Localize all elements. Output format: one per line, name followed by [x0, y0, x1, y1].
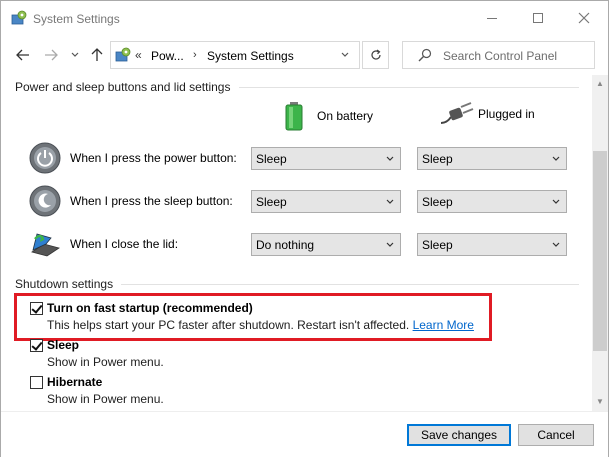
hibernate-option-label[interactable]: Hibernate: [47, 375, 102, 389]
column-label-plugged: Plugged in: [478, 107, 535, 121]
sleep-button-label: When I press the sleep button:: [70, 194, 233, 208]
chevron-down-icon: [552, 199, 560, 204]
chevron-down-icon: [386, 156, 394, 161]
search-icon: [418, 48, 432, 62]
select-value: Sleep: [256, 195, 287, 209]
search-input[interactable]: Search Control Panel: [402, 41, 595, 69]
power-button-plugged-select[interactable]: Sleep: [417, 147, 567, 170]
power-button-icon: [29, 142, 61, 174]
forward-button[interactable]: [41, 45, 61, 65]
sleep-button-plugged-select[interactable]: Sleep: [417, 190, 567, 213]
scrollbar-thumb[interactable]: [593, 151, 607, 351]
close-button[interactable]: [561, 1, 607, 35]
address-dropdown-button[interactable]: [341, 50, 349, 60]
column-header-battery: On battery: [284, 101, 373, 131]
maximize-button[interactable]: [515, 1, 561, 35]
chevron-down-icon: [341, 52, 349, 57]
chevron-down-icon: [386, 199, 394, 204]
up-button[interactable]: [87, 45, 107, 65]
system-settings-window: System Settings « Pow... › System Settin…: [0, 0, 609, 457]
power-button-label: When I press the power button:: [70, 151, 237, 165]
navigation-bar: « Pow... › System Settings Search Contro…: [1, 35, 608, 75]
cancel-button[interactable]: Cancel: [518, 424, 594, 446]
chevron-down-icon: [386, 242, 394, 247]
settings-content: Power and sleep buttons and lid settings…: [1, 75, 592, 411]
power-section-heading: Power and sleep buttons and lid settings: [15, 80, 231, 94]
up-arrow-icon: [91, 48, 103, 61]
close-icon: [578, 12, 590, 24]
sleep-button-icon: [29, 185, 61, 217]
lid-close-battery-select[interactable]: Do nothing: [251, 233, 401, 256]
address-bar[interactable]: « Pow... › System Settings: [110, 41, 360, 69]
column-header-plugged: Plugged in: [439, 101, 535, 127]
hibernate-checkbox[interactable]: [30, 376, 43, 389]
select-value: Sleep: [422, 238, 453, 252]
breadcrumb-item-system-settings[interactable]: System Settings: [207, 49, 294, 63]
lid-close-label: When I close the lid:: [70, 237, 179, 251]
lid-close-plugged-select[interactable]: Sleep: [417, 233, 567, 256]
sleep-option-label[interactable]: Sleep: [47, 338, 79, 352]
refresh-button[interactable]: [362, 41, 389, 69]
control-panel-icon: [115, 47, 131, 62]
select-value: Sleep: [256, 152, 287, 166]
select-value: Sleep: [422, 152, 453, 166]
breadcrumb-separator-icon: ›: [193, 49, 197, 61]
sleep-option-description: Show in Power menu.: [47, 355, 164, 369]
power-button-battery-select[interactable]: Sleep: [251, 147, 401, 170]
section-divider: [121, 284, 579, 285]
sleep-checkbox[interactable]: [30, 339, 43, 352]
title-bar: System Settings: [1, 1, 608, 35]
fast-startup-description-text: This helps start your PC faster after sh…: [47, 318, 410, 332]
fast-startup-description: This helps start your PC faster after sh…: [47, 318, 474, 332]
search-placeholder: Search Control Panel: [443, 49, 558, 63]
minimize-button[interactable]: [469, 1, 515, 35]
minimize-icon: [487, 17, 497, 19]
section-divider: [239, 87, 579, 88]
breadcrumb-item-power[interactable]: Pow...: [151, 49, 184, 63]
save-changes-button[interactable]: Save changes: [407, 424, 511, 446]
recent-locations-button[interactable]: [65, 45, 85, 65]
maximize-icon: [533, 13, 543, 23]
scroll-down-icon[interactable]: ▼: [596, 397, 604, 406]
forward-arrow-icon: [45, 49, 58, 61]
laptop-lid-icon: [31, 233, 60, 257]
battery-icon: [285, 102, 303, 131]
fast-startup-label[interactable]: Turn on fast startup (recommended): [47, 301, 253, 315]
window-title: System Settings: [33, 12, 120, 26]
shutdown-section-heading: Shutdown settings: [15, 277, 114, 291]
select-value: Sleep: [422, 195, 453, 209]
select-value: Do nothing: [256, 238, 315, 252]
scroll-up-icon[interactable]: ▲: [596, 79, 604, 88]
chevron-down-icon: [552, 156, 560, 161]
power-plug-icon: [440, 102, 474, 124]
breadcrumb-overflow[interactable]: «: [135, 48, 142, 62]
refresh-icon: [370, 49, 381, 60]
column-label-battery: On battery: [317, 109, 374, 123]
back-arrow-icon: [16, 49, 29, 61]
sleep-button-battery-select[interactable]: Sleep: [251, 190, 401, 213]
back-button[interactable]: [13, 45, 33, 65]
fast-startup-checkbox[interactable]: [30, 302, 43, 315]
chevron-down-icon: [552, 242, 560, 247]
chevron-down-icon: [71, 52, 79, 57]
learn-more-link[interactable]: Learn More: [413, 318, 474, 332]
hibernate-option-description: Show in Power menu.: [47, 392, 164, 406]
dialog-footer: Save changes Cancel: [1, 411, 608, 457]
vertical-scrollbar[interactable]: ▲ ▼: [592, 75, 608, 411]
control-panel-icon: [11, 10, 27, 25]
